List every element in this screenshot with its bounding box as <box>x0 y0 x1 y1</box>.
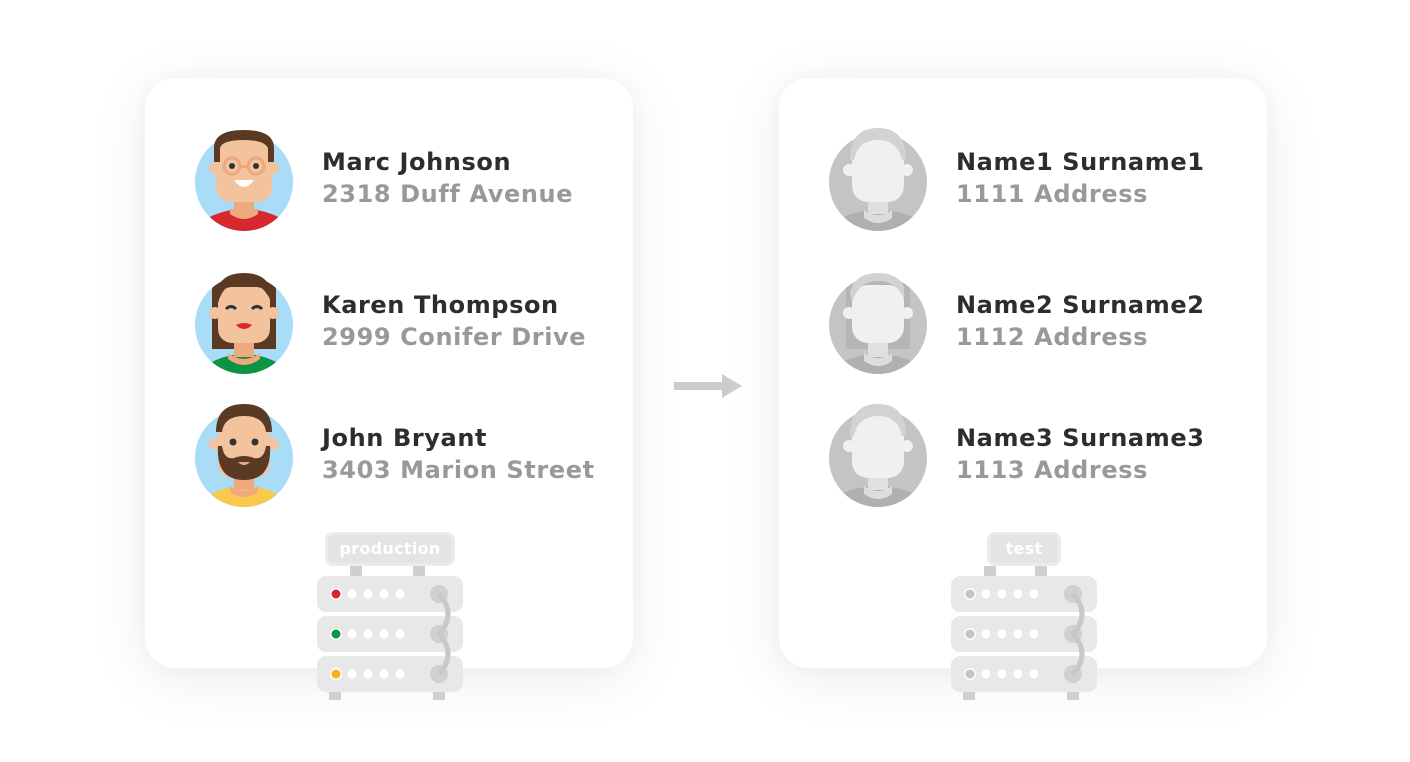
person-name: Name3 Surname3 <box>956 424 1205 452</box>
placeholder-avatar-male-icon <box>828 126 928 232</box>
server-label: production <box>339 539 441 558</box>
person-address: 2999 Conifer Drive <box>322 323 587 351</box>
person-row: Karen Thompson 2999 Conifer Drive <box>194 269 624 377</box>
server-label: test <box>1005 539 1043 558</box>
person-name: Marc Johnson <box>322 148 512 176</box>
person-address: 1113 Address <box>956 456 1148 484</box>
person-address: 1112 Address <box>956 323 1148 351</box>
avatar-marc-icon <box>194 126 294 232</box>
person-name: Name1 Surname1 <box>956 148 1205 176</box>
person-row: Name1 Surname1 1111 Address <box>828 126 1258 234</box>
person-row: John Bryant 3403 Marion Street <box>194 402 624 510</box>
person-row: Name2 Surname2 1112 Address <box>828 269 1258 377</box>
avatar-karen-icon <box>194 269 294 375</box>
person-name: John Bryant <box>322 424 488 452</box>
person-row: Name3 Surname3 1113 Address <box>828 402 1258 510</box>
person-address: 3403 Marion Street <box>322 456 595 484</box>
person-row: Marc Johnson 2318 Duff Avenue <box>194 126 624 234</box>
person-address: 1111 Address <box>956 180 1148 208</box>
person-address: 2318 Duff Avenue <box>322 180 574 208</box>
person-name: Name2 Surname2 <box>956 291 1205 319</box>
person-name: Karen Thompson <box>322 291 559 319</box>
placeholder-avatar-male-icon <box>828 402 928 508</box>
right-arrow-icon <box>674 373 744 399</box>
production-server-icon: production <box>317 530 463 700</box>
placeholder-avatar-female-icon <box>828 269 928 375</box>
test-server-icon: test <box>951 530 1097 700</box>
avatar-john-icon <box>194 402 294 508</box>
